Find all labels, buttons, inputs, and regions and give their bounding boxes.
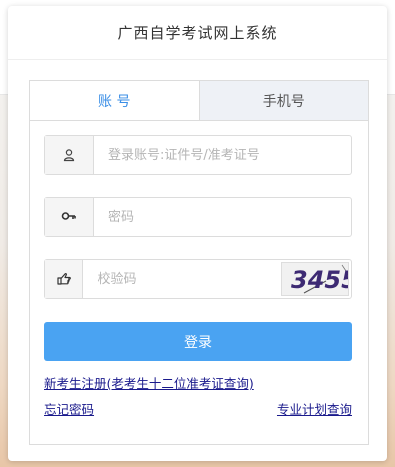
captcha-image[interactable]: 3455: [281, 262, 349, 296]
login-button[interactable]: 登录: [44, 322, 352, 361]
captcha-input[interactable]: [83, 260, 282, 298]
login-tabs: 账 号 手机号: [30, 81, 368, 121]
account-input[interactable]: [94, 136, 351, 174]
login-panel: 账 号 手机号 登录账号:证件号/准考证号 校验码 3455 登录 新考生注册(…: [29, 80, 369, 445]
forgot-password-link[interactable]: 忘记密码: [44, 399, 94, 418]
header: 广西自学考试网上系统: [8, 6, 387, 60]
key-icon: [45, 198, 94, 236]
tab-account[interactable]: 账 号: [30, 81, 199, 120]
captcha-text: 3455: [291, 266, 349, 294]
register-link[interactable]: 新考生注册(老考生十二位准考证查询): [44, 373, 254, 392]
tab-phone[interactable]: 手机号: [198, 81, 368, 120]
account-field: [44, 135, 352, 175]
password-field: [44, 197, 352, 237]
user-icon: [45, 136, 94, 174]
page-title: 广西自学考试网上系统: [117, 24, 278, 42]
login-card: 广西自学考试网上系统 账 号 手机号 登录账号:证件号/准考证号 校验码 345…: [8, 6, 387, 461]
captcha-field: 3455: [44, 259, 352, 299]
program-plan-link[interactable]: 专业计划查询: [277, 399, 352, 418]
password-input[interactable]: [94, 198, 351, 236]
hand-pointer-icon: [45, 260, 84, 298]
